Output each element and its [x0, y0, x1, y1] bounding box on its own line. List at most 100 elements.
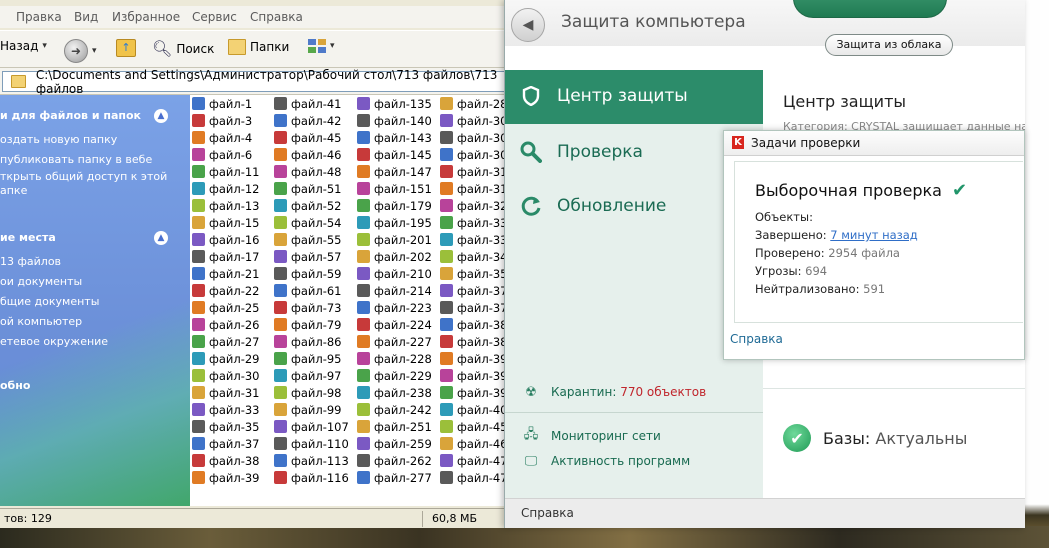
file-item[interactable]: файл-38 — [440, 316, 508, 333]
file-item[interactable]: файл-34 — [440, 248, 508, 265]
file-item[interactable]: файл-61 — [274, 282, 349, 299]
nav-protection-center[interactable]: Центр защиты — [519, 84, 688, 108]
file-item[interactable]: файл-195 — [357, 214, 432, 231]
place-network[interactable]: етевое окружение — [0, 332, 178, 352]
file-item[interactable]: файл-54 — [274, 214, 349, 231]
file-item[interactable]: файл-37 — [440, 299, 508, 316]
file-item[interactable]: файл-227 — [357, 333, 432, 350]
file-item[interactable]: файл-52 — [274, 197, 349, 214]
app-activity-link[interactable]: 🖵 Активность программ — [523, 453, 690, 469]
file-item[interactable]: файл-277 — [357, 469, 432, 486]
file-item[interactable]: файл-98 — [274, 384, 349, 401]
file-item[interactable]: файл-151 — [357, 180, 432, 197]
file-item[interactable]: файл-46 — [440, 435, 508, 452]
file-item[interactable]: файл-57 — [274, 248, 349, 265]
file-item[interactable]: файл-113 — [274, 452, 349, 469]
file-item[interactable]: файл-140 — [357, 112, 432, 129]
file-item[interactable]: файл-22 — [192, 282, 260, 299]
file-item[interactable]: файл-30 — [440, 146, 508, 163]
details-title[interactable]: обно — [0, 379, 178, 392]
file-item[interactable]: файл-238 — [357, 384, 432, 401]
network-monitor-link[interactable]: 🖧 Мониторинг сети — [523, 427, 661, 444]
file-item[interactable]: файл-40 — [440, 401, 508, 418]
file-item[interactable]: файл-110 — [274, 435, 349, 452]
file-item[interactable]: файл-147 — [357, 163, 432, 180]
file-item[interactable]: файл-228 — [357, 350, 432, 367]
menu-help[interactable]: Справка — [250, 10, 303, 24]
file-item[interactable]: файл-259 — [357, 435, 432, 452]
file-item[interactable]: файл-38 — [440, 333, 508, 350]
address-input[interactable]: C:\Documents and Settings\Администратор\… — [2, 68, 507, 96]
file-item[interactable]: файл-31 — [440, 180, 508, 197]
file-item[interactable]: файл-86 — [274, 333, 349, 350]
file-item[interactable]: файл-27 — [192, 333, 260, 350]
popup-help-link[interactable]: Справка — [730, 332, 783, 346]
menu-edit[interactable]: Правка — [16, 10, 62, 24]
task-share-folder[interactable]: ткрыть общий доступ к этой апке — [0, 170, 178, 198]
task-publish-folder[interactable]: публиковать папку в вебе — [0, 150, 178, 170]
file-item[interactable]: файл-45 — [274, 129, 349, 146]
file-item[interactable]: файл-21 — [192, 265, 260, 282]
file-item[interactable]: файл-39 — [440, 384, 508, 401]
up-folder-button[interactable]: ↑ — [116, 39, 136, 57]
file-item[interactable]: файл-31 — [440, 163, 508, 180]
file-item[interactable]: файл-107 — [274, 418, 349, 435]
nav-update[interactable]: Обновление — [519, 194, 666, 218]
place-my-computer[interactable]: ой компьютер — [0, 312, 178, 332]
file-item[interactable]: файл-16 — [192, 231, 260, 248]
file-item[interactable]: файл-214 — [357, 282, 432, 299]
file-item[interactable]: файл-17 — [192, 248, 260, 265]
file-item[interactable]: файл-37 — [440, 282, 508, 299]
file-item[interactable]: файл-201 — [357, 231, 432, 248]
collapse-up-icon[interactable]: ▲ — [154, 231, 168, 245]
file-item[interactable]: файл-12 — [192, 180, 260, 197]
file-item[interactable]: файл-28 — [440, 95, 508, 112]
file-item[interactable]: файл-145 — [357, 146, 432, 163]
file-item[interactable]: файл-3 — [192, 112, 260, 129]
file-item[interactable]: файл-35 — [192, 418, 260, 435]
file-item[interactable]: файл-1 — [192, 95, 260, 112]
file-item[interactable]: файл-33 — [440, 214, 508, 231]
file-item[interactable]: файл-15 — [192, 214, 260, 231]
file-item[interactable]: файл-11 — [192, 163, 260, 180]
file-tasks-title[interactable]: и для файлов и папок — [0, 109, 178, 122]
file-item[interactable]: файл-143 — [357, 129, 432, 146]
file-item[interactable]: файл-51 — [274, 180, 349, 197]
file-item[interactable]: файл-95 — [274, 350, 349, 367]
file-item[interactable]: файл-210 — [357, 265, 432, 282]
file-item[interactable]: файл-35 — [440, 265, 508, 282]
file-item[interactable]: файл-29 — [192, 350, 260, 367]
other-places-title[interactable]: ие места — [0, 231, 178, 244]
file-item[interactable]: файл-97 — [274, 367, 349, 384]
file-item[interactable]: файл-99 — [274, 401, 349, 418]
file-item[interactable]: файл-25 — [192, 299, 260, 316]
file-item[interactable]: файл-55 — [274, 231, 349, 248]
databases-status[interactable]: ✔ Базы: Актуальны — [783, 424, 967, 452]
file-item[interactable]: файл-48 — [274, 163, 349, 180]
file-item[interactable]: файл-39 — [440, 350, 508, 367]
file-item[interactable]: файл-4 — [192, 129, 260, 146]
cloud-protection-button[interactable]: Защита из облака — [825, 34, 953, 56]
file-item[interactable]: файл-59 — [274, 265, 349, 282]
file-item[interactable]: файл-116 — [274, 469, 349, 486]
footer-help-link[interactable]: Справка — [521, 506, 574, 520]
file-item[interactable]: файл-135 — [357, 95, 432, 112]
file-item[interactable]: файл-46 — [274, 146, 349, 163]
file-item[interactable]: файл-224 — [357, 316, 432, 333]
file-item[interactable]: файл-38 — [192, 452, 260, 469]
file-item[interactable]: файл-223 — [357, 299, 432, 316]
file-item[interactable]: файл-47 — [440, 452, 508, 469]
file-item[interactable]: файл-30 — [440, 129, 508, 146]
file-item[interactable]: файл-73 — [274, 299, 349, 316]
task-new-folder[interactable]: оздать новую папку — [0, 130, 178, 150]
place-713-files[interactable]: 13 файлов — [0, 252, 178, 272]
file-item[interactable]: файл-37 — [192, 435, 260, 452]
file-item[interactable]: файл-39 — [440, 367, 508, 384]
place-shared-documents[interactable]: бщие документы — [0, 292, 178, 312]
quarantine-link[interactable]: ☢ Карантин: 770 объектов — [523, 384, 706, 400]
collapse-up-icon[interactable]: ▲ — [154, 109, 168, 123]
file-item[interactable]: файл-242 — [357, 401, 432, 418]
file-item[interactable]: файл-262 — [357, 452, 432, 469]
file-item[interactable]: файл-229 — [357, 367, 432, 384]
forward-button[interactable]: ➜ ▾ — [64, 39, 97, 63]
